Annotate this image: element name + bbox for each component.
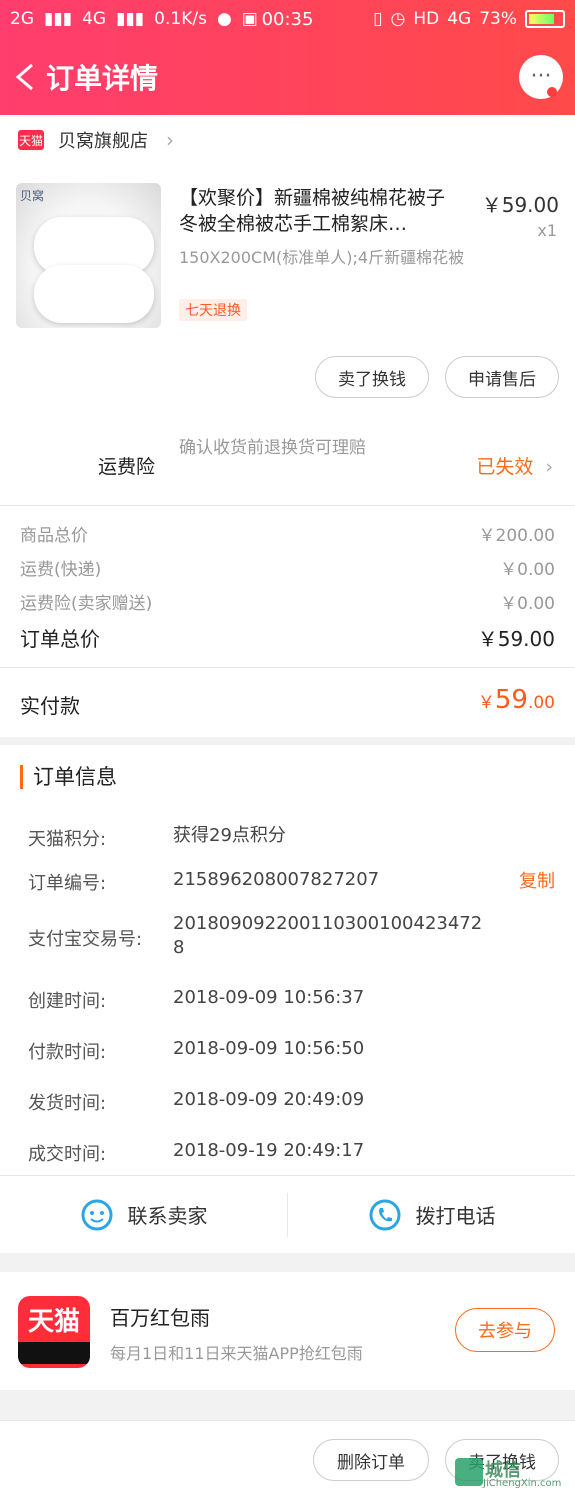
notification-dot (547, 86, 557, 97)
chevron-right-icon: › (545, 456, 553, 478)
paid-label: 实付款 (20, 694, 80, 718)
contact-seller-button[interactable]: 联系卖家 (0, 1176, 287, 1253)
tmall-logo-icon: 天猫 (18, 1296, 90, 1368)
paid-row: 实付款 ￥59.00 (0, 667, 575, 737)
summary-row-insurance: 运费险(卖家赠送) ￥0.00 (20, 594, 555, 614)
call-phone-button[interactable]: 拨打电话 (288, 1176, 575, 1253)
store-name: 贝窝旗舰店 (58, 131, 148, 152)
page-title: 订单详情 (46, 61, 159, 95)
insurance-status: 已失效 › (476, 456, 553, 478)
join-button[interactable]: 去参与 (455, 1308, 555, 1352)
info-label-paid: 付款时间: (28, 1042, 107, 1063)
info-value-created: 2018-09-09 10:56:37 (173, 987, 365, 1008)
back-arrow-icon[interactable] (12, 63, 40, 91)
price-summary: 商品总价 ￥200.00 运费(快递) ￥0.00 运费险(卖家赠送) ￥0.0… (0, 505, 575, 667)
after-sale-button[interactable]: 申请售后 (445, 356, 559, 398)
info-label-alipay: 支付宝交易号: (28, 929, 143, 950)
delete-order-button[interactable]: 删除订单 (313, 1439, 429, 1481)
clock: 00:35 (261, 9, 314, 30)
info-value-closed: 2018-09-19 20:49:17 (173, 1140, 365, 1161)
info-label-shipped: 发货时间: (28, 1093, 107, 1114)
summary-row-goods: 商品总价 ￥200.00 (20, 526, 555, 546)
info-value-paid: 2018-09-09 10:56:50 (173, 1038, 365, 1059)
store-row[interactable]: 天猫 贝窝旗舰店 › (0, 115, 575, 165)
promo-desc: 每月1日和11日来天猫APP抢红包雨 (110, 1344, 363, 1363)
info-label-closed: 成交时间: (28, 1144, 107, 1165)
product-price: ￥59.00 (481, 193, 559, 217)
promo-card[interactable]: 天猫 百万红包雨 每月1日和11日来天猫APP抢红包雨 去参与 (0, 1272, 575, 1390)
product-sku: 150X200CM(标准单人);4斤新疆棉花被 (179, 248, 465, 267)
info-label-order-no: 订单编号: (28, 873, 107, 894)
contact-bar: 联系卖家 拨打电话 (0, 1175, 575, 1253)
brand-logo: 贝窝 (20, 189, 45, 203)
product-image[interactable]: 贝窝 (16, 183, 161, 328)
product-quantity: x1 (537, 221, 557, 240)
more-button[interactable]: ··· (519, 54, 563, 99)
return-policy-tag: 七天退换 (179, 299, 247, 321)
more-icon: ··· (530, 64, 552, 89)
product-card: 贝窝 【欢聚价】新疆棉被纯棉花被子冬被全棉被芯手工棉絮床… ￥59.00 x1 … (0, 165, 575, 420)
call-phone-label: 拨打电话 (415, 1204, 496, 1228)
chat-face-icon (81, 1199, 112, 1230)
summary-row-shipping: 运费(快递) ￥0.00 (20, 560, 555, 580)
summary-row-total: 订单总价 ￥59.00 (20, 627, 555, 651)
product-title[interactable]: 【欢聚价】新疆棉被纯棉花被子冬被全棉被芯手工棉絮床… (179, 185, 459, 237)
paid-amount: ￥59.00 (477, 685, 555, 715)
header: 2G ▮▮▮ 4G ▮▮▮ 0.1K/s ● ▣ 00:35 ▯ ◷ HD 4G… (0, 0, 575, 115)
tmall-badge-icon: 天猫 (18, 130, 44, 150)
bottom-action-bar: 删除订单 卖了换钱 城信 JiChengXin.com (0, 1420, 575, 1500)
battery-icon (525, 10, 565, 28)
watermark-logo: 城信 JiChengXin.com (455, 1454, 567, 1494)
info-value-order-no: 215896208007827207 (173, 869, 380, 890)
info-label-created: 创建时间: (28, 991, 107, 1012)
chevron-right-icon: › (166, 128, 174, 152)
sell-button[interactable]: 卖了换钱 (315, 356, 429, 398)
insurance-desc: 确认收货前退换货可理赔 (179, 438, 366, 458)
order-info: 订单信息 天猫积分: 获得29点积分 订单编号: 215896208007827… (0, 745, 575, 1175)
promo-title: 百万红包雨 (110, 1306, 210, 1330)
info-value-alipay: 2018090922001103001004234728 (173, 913, 483, 958)
order-info-title: 订单信息 (20, 765, 117, 789)
insurance-label: 运费险 (98, 456, 156, 478)
info-value-shipped: 2018-09-09 20:49:09 (173, 1089, 365, 1110)
nav-bar: 订单详情 ··· (0, 38, 575, 115)
status-bar: 2G ▮▮▮ 4G ▮▮▮ 0.1K/s ● ▣ 00:35 ▯ ◷ HD 4G… (0, 0, 575, 38)
copy-button[interactable]: 复制 (519, 867, 555, 893)
info-label-points: 天猫积分: (28, 829, 107, 850)
info-value-points: 获得29点积分 (173, 825, 286, 846)
shipping-insurance-row[interactable]: 运费险 确认收货前退换货可理赔 已失效 › (0, 420, 575, 505)
contact-seller-label: 联系卖家 (127, 1204, 208, 1228)
phone-icon (369, 1199, 400, 1230)
